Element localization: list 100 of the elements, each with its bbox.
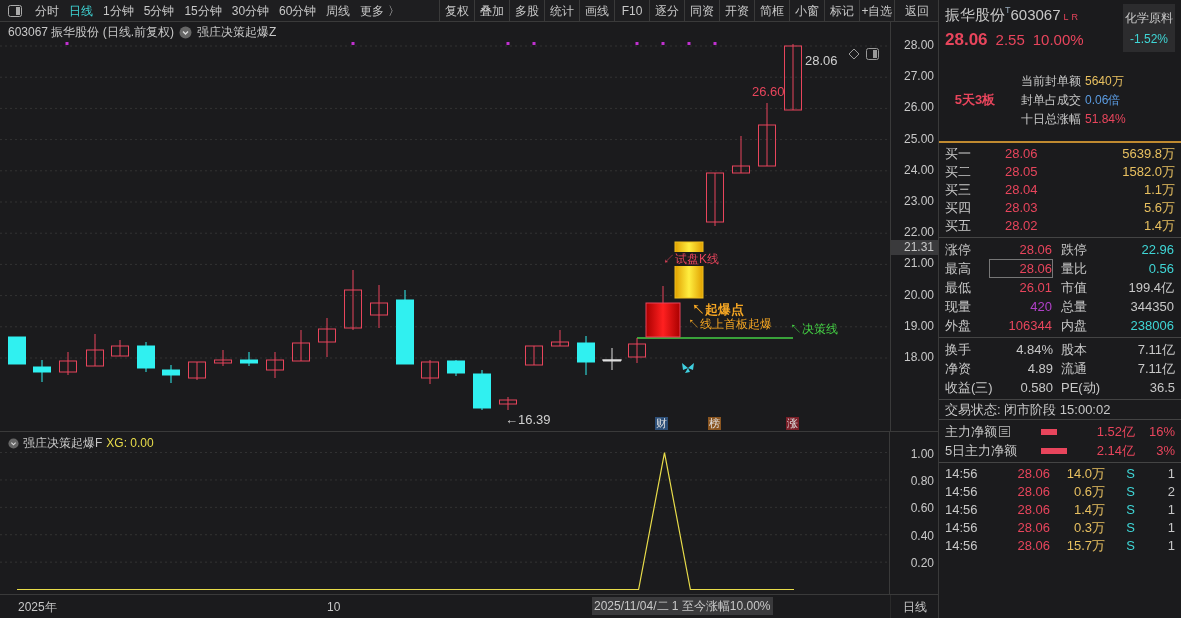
- toolbar-button[interactable]: 小窗: [789, 0, 824, 21]
- candlestick: [784, 43, 802, 111]
- candlestick: [33, 359, 51, 383]
- toolbar-button[interactable]: 同资: [684, 0, 719, 21]
- trade-time: 14:56: [945, 519, 979, 538]
- bid-volume: 5639.8万: [1121, 145, 1175, 164]
- toolbar-button[interactable]: 开资: [719, 0, 754, 21]
- flow-percent: 3%: [1155, 441, 1175, 460]
- candlestick: [240, 351, 258, 367]
- stat-value: 344350: [1129, 298, 1175, 316]
- period-tab[interactable]: 周线: [321, 0, 356, 21]
- axis-label: 0.80: [910, 472, 934, 490]
- period-tab[interactable]: 日线: [64, 0, 98, 21]
- toolbar-button[interactable]: 简框: [754, 0, 789, 21]
- last-price: 28.06: [945, 28, 988, 51]
- axis-label: 1.00: [910, 445, 934, 463]
- info-label: 封单占成交: [1020, 91, 1081, 109]
- diamond-icon[interactable]: [848, 48, 860, 60]
- trade-price: 28.06: [1016, 483, 1050, 502]
- price-label: 28.06: [805, 52, 838, 70]
- trade-volume: 15.7万: [1065, 537, 1105, 556]
- toolbar-button[interactable]: 返回: [894, 0, 938, 21]
- info-value: 5640万: [1085, 72, 1124, 90]
- sector-card[interactable]: 化学原料 -1.52%: [1123, 4, 1175, 52]
- trade-volume: 14.0万: [1065, 465, 1105, 484]
- toolbar-button[interactable]: +自选: [859, 0, 894, 21]
- panel-icon[interactable]: [866, 48, 879, 60]
- toolbar-button[interactable]: F10: [614, 0, 649, 21]
- period-tab[interactable]: 5分钟: [138, 0, 180, 21]
- toolbar-button[interactable]: 标记: [824, 0, 859, 21]
- price-axis-label: 22.00: [903, 225, 934, 241]
- flow-bar: [1041, 428, 1057, 435]
- bid-volume: 1582.0万: [1121, 163, 1175, 182]
- price-axis-label: 26.00: [903, 100, 934, 116]
- trade-count: 1: [1166, 501, 1175, 520]
- candlestick: [525, 345, 543, 366]
- candlestick: [137, 341, 155, 373]
- price-label: 26.60: [752, 83, 785, 101]
- candlestick: [8, 336, 26, 365]
- stat-label: 收益(三): [945, 379, 994, 397]
- candlestick: [758, 102, 776, 167]
- period-tab[interactable]: 分时: [30, 0, 64, 21]
- candlestick: [421, 359, 439, 385]
- trade-count: 1: [1166, 519, 1175, 538]
- list-icon[interactable]: [999, 426, 1010, 437]
- stat-value: 0.56: [1147, 260, 1175, 278]
- bid-price: 28.06: [1005, 145, 1038, 164]
- toolbar-button[interactable]: 多股: [509, 0, 544, 21]
- candlestick: [499, 396, 517, 411]
- stat-value: 238006: [1129, 317, 1175, 335]
- change-percent: 10.00%: [1032, 29, 1084, 50]
- bid-price: 28.05: [1005, 163, 1038, 182]
- time-axis-label: 2025年: [18, 599, 57, 616]
- toolbar-button[interactable]: 画线: [579, 0, 614, 21]
- stat-label: 内盘: [1060, 317, 1088, 335]
- event-marker[interactable]: 榜: [708, 417, 721, 430]
- candlestick: [266, 351, 284, 379]
- panel-toggle-icon[interactable]: [8, 4, 22, 17]
- candlestick: [551, 329, 569, 347]
- stat-value: 199.4亿: [1127, 279, 1175, 297]
- toolbar-button[interactable]: 复权: [439, 0, 474, 21]
- signal-label: ↖决策线: [790, 322, 838, 336]
- trade-count: 1: [1166, 465, 1175, 484]
- stat-value: 420: [1029, 298, 1053, 316]
- signal-label: ↙试盘K线: [663, 252, 719, 266]
- price-axis-label: 19.00: [903, 318, 934, 334]
- period-tab[interactable]: 1分钟: [98, 0, 139, 21]
- event-marker[interactable]: 财: [655, 417, 668, 430]
- toolbar-button[interactable]: 叠加: [474, 0, 509, 21]
- candlestick: [188, 361, 206, 381]
- period-tab[interactable]: 15分钟: [179, 0, 227, 21]
- price-label: ←16.39: [505, 411, 551, 429]
- trade-side: S: [1125, 537, 1135, 556]
- stat-label: 流通: [1060, 360, 1088, 378]
- price-axis-label: 27.00: [903, 69, 934, 85]
- candlestick: [370, 284, 388, 329]
- period-label: 日线: [890, 595, 938, 618]
- bid-price: 28.02: [1005, 217, 1038, 236]
- stat-value: 7.11亿: [1136, 341, 1175, 359]
- toolbar-button[interactable]: 逐分: [649, 0, 684, 21]
- candlestick: [577, 335, 595, 376]
- stat-value: 7.11亿: [1136, 360, 1175, 378]
- chevron-icon[interactable]: [179, 25, 193, 39]
- time-axis-label: 10: [327, 599, 341, 616]
- bid-label: 买二: [945, 163, 972, 182]
- flag-label: L: [1063, 11, 1069, 24]
- flow-percent: 16%: [1147, 422, 1175, 441]
- candlestick: [706, 172, 724, 227]
- period-tab[interactable]: 60分钟: [274, 0, 322, 21]
- bid-price: 28.03: [1005, 199, 1038, 218]
- period-tab[interactable]: 30分钟: [226, 0, 275, 21]
- bid-volume: 1.1万: [1142, 181, 1175, 200]
- period-tab[interactable]: 更多 〉: [355, 0, 405, 21]
- price-axis-label: 21.00: [903, 256, 934, 272]
- butterfly-icon: [681, 362, 695, 374]
- flow-label: 主力净额: [945, 422, 997, 441]
- event-marker[interactable]: 涨: [786, 417, 799, 430]
- chevron-icon[interactable]: [8, 437, 19, 449]
- toolbar-button[interactable]: 统计: [544, 0, 579, 21]
- sector-change: -1.52%: [1130, 30, 1168, 48]
